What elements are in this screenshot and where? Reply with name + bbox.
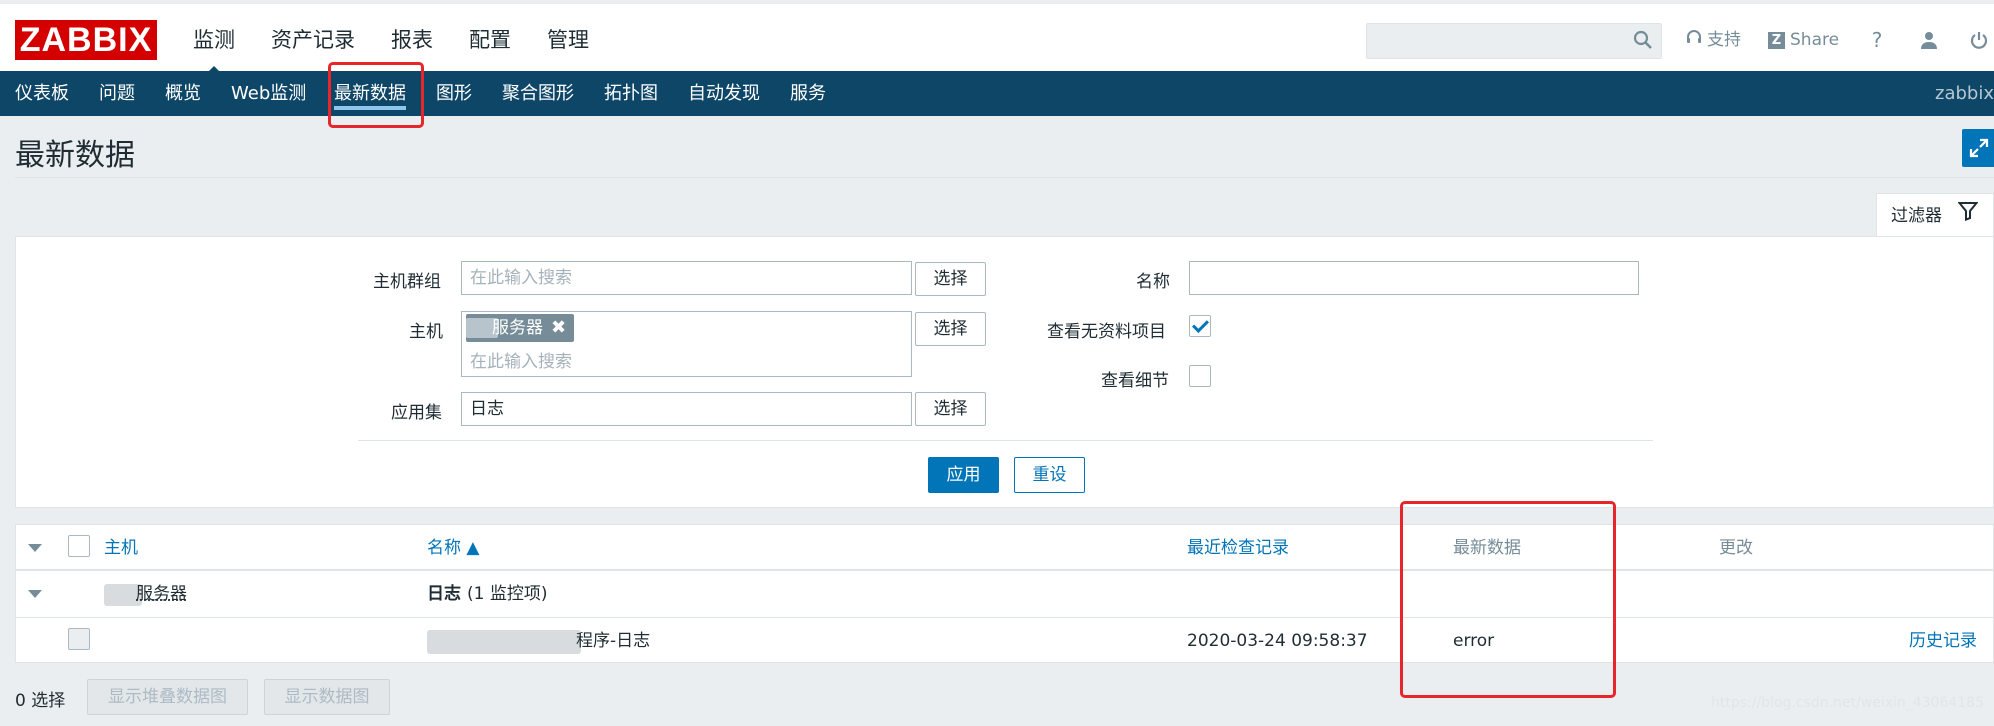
item-last-check: 2020-03-24 09:58:37: [1187, 629, 1368, 653]
filter-tab-label: 过滤器: [1891, 195, 1942, 237]
host-group-placeholder: 在此输入搜索: [470, 268, 572, 288]
application-input[interactable]: 日志: [461, 392, 912, 426]
latest-data-table: 主机 名称 ▲ 最近检查记录 最新数据 更改 服务器 日志 (1 监控项) 程序…: [15, 524, 1994, 663]
subnav-screens[interactable]: 聚合图形: [502, 71, 574, 116]
application-label: 应用集: [391, 398, 442, 423]
show-details-label: 查看细节: [1101, 366, 1169, 391]
group-item-count: (1 监控项): [467, 582, 547, 606]
zabbix-logo[interactable]: ZABBIX: [15, 20, 157, 60]
support-link[interactable]: 支持: [1686, 24, 1741, 56]
host-group-select-button[interactable]: 选择: [915, 262, 986, 296]
show-stacked-graph-button[interactable]: 显示堆叠数据图: [87, 679, 248, 715]
share-logo-icon: Z: [1768, 32, 1785, 49]
global-search-input[interactable]: [1366, 23, 1662, 59]
menu-monitoring[interactable]: 监测: [175, 20, 253, 60]
collapse-group-icon[interactable]: [28, 590, 42, 598]
column-last-check[interactable]: 最近检查记录: [1187, 536, 1289, 560]
history-link[interactable]: 历史记录: [1909, 629, 1977, 653]
filter-panel: [15, 236, 1994, 508]
host-group-input[interactable]: 在此输入搜索: [461, 261, 912, 295]
subnav-overview[interactable]: 概览: [165, 71, 201, 116]
subnav-discovery[interactable]: 自动发现: [688, 71, 760, 116]
row-divider: [16, 617, 1993, 618]
menu-inventory[interactable]: 资产记录: [253, 20, 373, 60]
sub-navigation: 仪表板 问题 概览 Web监测 最新数据 图形 聚合图形 拓扑图 自动发现 服务…: [0, 71, 1994, 116]
search-icon[interactable]: [1633, 30, 1653, 54]
remove-chip-icon[interactable]: ✖: [551, 314, 566, 342]
user-profile-icon[interactable]: [1914, 24, 1944, 56]
show-details-checkbox[interactable]: [1189, 365, 1211, 387]
subnav-dashboard[interactable]: 仪表板: [15, 71, 69, 116]
show-no-data-label: 查看无资料项目: [1047, 317, 1166, 342]
share-label: Share: [1790, 24, 1839, 56]
filter-divider: [358, 440, 1653, 441]
sign-out-icon[interactable]: [1964, 24, 1994, 56]
host-group-label: 主机群组: [373, 267, 441, 292]
name-label: 名称: [1136, 267, 1170, 292]
menu-administration[interactable]: 管理: [529, 20, 607, 60]
collapse-all-icon[interactable]: [28, 544, 42, 552]
host-label: 主机: [409, 317, 443, 342]
show-no-data-checkbox[interactable]: [1189, 315, 1211, 337]
top-header: ZABBIX 监测 资产记录 报表 配置 管理 支持 Z Share ?: [0, 0, 1994, 71]
subnav-web-monitoring[interactable]: Web监测: [231, 71, 306, 116]
column-name[interactable]: 名称 ▲: [427, 536, 479, 560]
item-name-redacted: [427, 630, 581, 654]
select-all-checkbox[interactable]: [68, 535, 90, 557]
group-host-name[interactable]: 服务器: [136, 582, 187, 606]
host-chip-label: 服务器: [492, 314, 543, 342]
header-divider: [16, 569, 1993, 571]
main-menu: 监测 资产记录 报表 配置 管理: [175, 20, 607, 60]
subnav-graphs[interactable]: 图形: [436, 71, 472, 116]
column-change: 更改: [1719, 536, 1753, 560]
current-user: zabbix: [1935, 71, 1994, 116]
subnav-services[interactable]: 服务: [790, 71, 826, 116]
subnav-maps[interactable]: 拓扑图: [604, 71, 658, 116]
fullscreen-button[interactable]: [1962, 129, 1994, 167]
host-placeholder: 在此输入搜索: [470, 347, 572, 372]
highlight-box-latest-data-tab: [328, 62, 424, 128]
host-chip: 服务器 ✖: [466, 314, 574, 342]
headset-icon: [1686, 24, 1702, 56]
menu-configuration[interactable]: 配置: [451, 20, 529, 60]
watermark: https://blog.csdn.net/weixin_43064185: [1711, 695, 1984, 711]
help-icon[interactable]: ?: [1862, 24, 1892, 56]
reset-button[interactable]: 重设: [1014, 457, 1085, 493]
filter-tab[interactable]: 过滤器: [1876, 193, 1994, 237]
expand-icon: [1969, 138, 1989, 158]
row-checkbox[interactable]: [68, 628, 90, 650]
highlight-box-latest-value: [1400, 501, 1616, 698]
item-name: 程序-日志: [576, 629, 650, 653]
selected-count: 0 选择: [15, 686, 65, 711]
funnel-icon: [1958, 195, 1978, 237]
name-input[interactable]: [1189, 261, 1639, 295]
group-application: 日志: [427, 582, 461, 606]
apply-button[interactable]: 应用: [928, 457, 999, 493]
support-label: 支持: [1707, 24, 1741, 56]
page-title: 最新数据: [15, 130, 135, 174]
title-divider: [15, 177, 1994, 178]
menu-reports[interactable]: 报表: [373, 20, 451, 60]
application-select-button[interactable]: 选择: [915, 392, 986, 426]
column-host[interactable]: 主机: [104, 536, 138, 560]
share-link[interactable]: Z Share: [1768, 24, 1839, 56]
show-graph-button[interactable]: 显示数据图: [264, 679, 390, 715]
host-select-button[interactable]: 选择: [915, 312, 986, 346]
subnav-problems[interactable]: 问题: [99, 71, 135, 116]
